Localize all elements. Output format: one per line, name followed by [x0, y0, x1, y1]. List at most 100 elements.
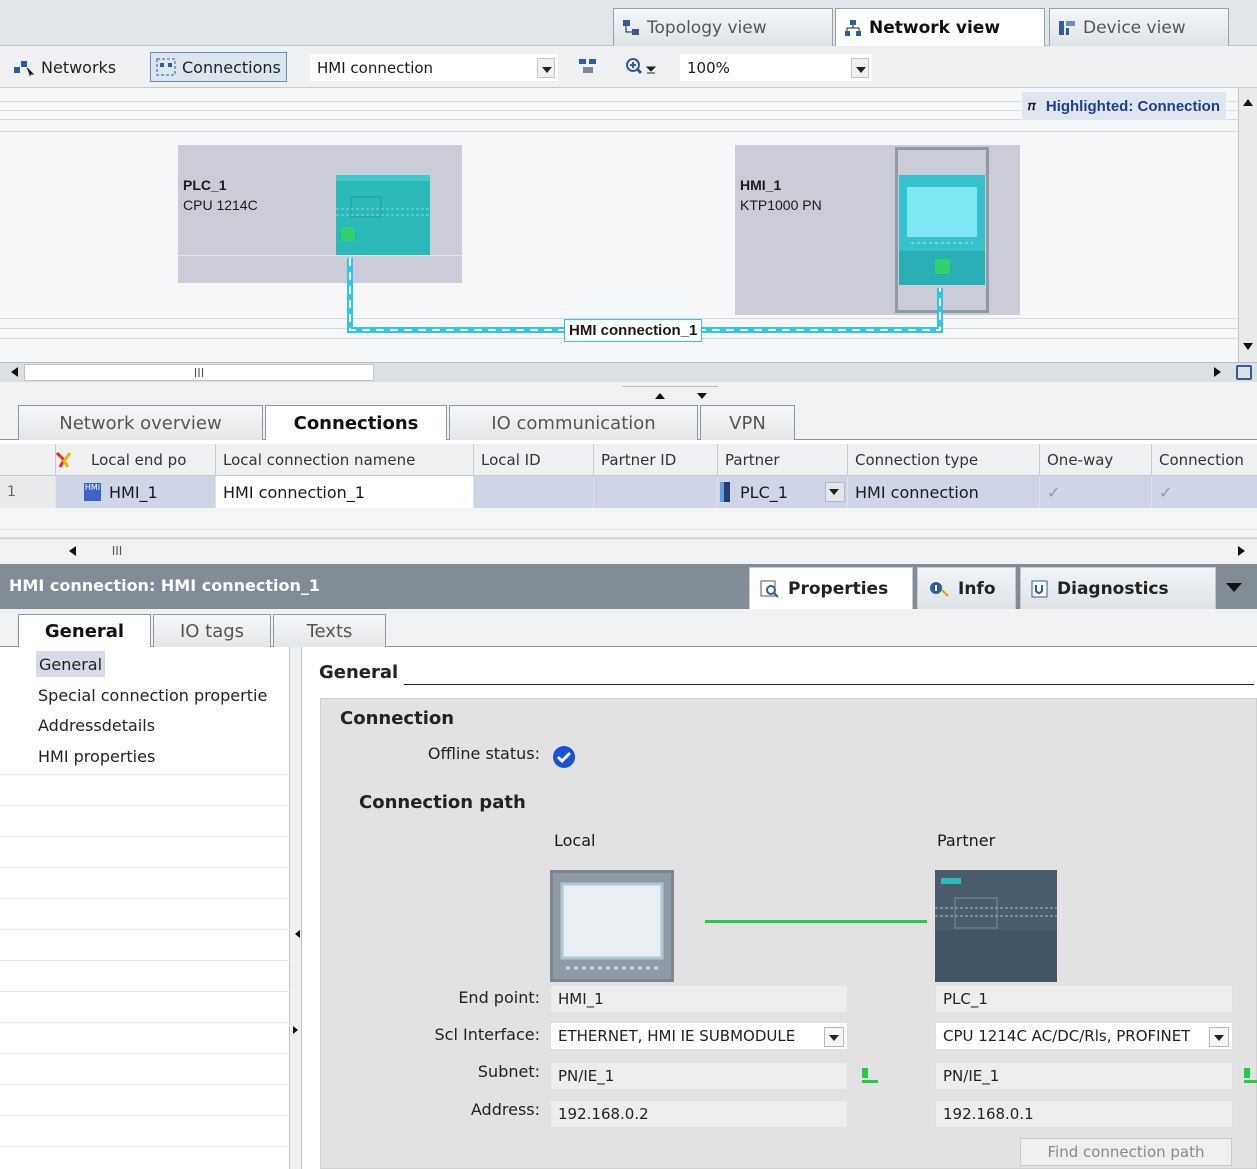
one-way-checkbox[interactable]: ✓ — [1040, 476, 1152, 508]
networks-button[interactable]: Networks — [8, 52, 121, 82]
canvas-vertical-scrollbar[interactable] — [1238, 88, 1257, 362]
partner-cell[interactable]: PLC_1 — [718, 476, 848, 508]
canvas-horizontal-scrollbar[interactable]: III — [0, 362, 1257, 382]
partner-heading: Partner — [937, 831, 996, 850]
tab-network-view[interactable]: Network view — [835, 8, 1045, 47]
connection-path-heading: Connection path — [359, 792, 526, 813]
column-header[interactable]: Local end po — [84, 444, 216, 476]
tab-label: Topology view — [647, 17, 767, 38]
endpoint-label: End point: — [458, 988, 540, 1007]
nav-item-special-connection-properties[interactable]: Special connection propertie — [38, 682, 267, 708]
connection-type-value: HMI connection — [317, 58, 434, 77]
connection-checkbox[interactable]: ✓ — [1152, 476, 1257, 508]
plc-icon — [720, 482, 730, 502]
tab-vpn[interactable]: VPN — [700, 405, 795, 440]
tab-device-view[interactable]: Device view — [1049, 8, 1229, 46]
partner-id-cell[interactable] — [594, 476, 718, 508]
hmi-icon: HMI — [84, 483, 101, 501]
partner-value: PLC_1 — [740, 482, 788, 502]
local-interface-value: ETHERNET, HMI IE SUBMODULE — [558, 1027, 796, 1045]
tab-topology-view[interactable]: Topology view — [613, 8, 833, 46]
tab-label: Device view — [1083, 17, 1186, 38]
connection-type-select[interactable]: HMI connection — [310, 54, 558, 81]
column-header[interactable]: Partner ID — [594, 444, 718, 476]
chevron-down-icon[interactable] — [851, 58, 869, 78]
column-header[interactable]: Connection type — [848, 444, 1040, 476]
info-icon — [930, 581, 949, 597]
partner-subnet-field: PN/IE_1 — [935, 1062, 1233, 1090]
find-connection-path-button[interactable]: Find connection path — [1020, 1138, 1232, 1166]
tab-info[interactable]: Info — [917, 567, 1016, 609]
scroll-thumb[interactable]: III — [82, 542, 152, 560]
network-icon — [845, 20, 861, 36]
scroll-right-icon[interactable] — [1238, 546, 1250, 556]
nav-item-general[interactable]: General — [36, 651, 106, 677]
connection-type-cell[interactable]: HMI connection — [848, 476, 1040, 508]
chevron-down-icon[interactable] — [1226, 583, 1242, 600]
local-id-cell[interactable] — [474, 476, 594, 508]
network-canvas[interactable]: 𝜋 Highlighted: Connection PLC_1 CPU 1214… — [0, 88, 1238, 362]
chevron-down-icon[interactable] — [824, 1027, 844, 1047]
local-endpoint-cell[interactable]: HMI HMI_1 — [56, 476, 216, 508]
interface-label: Scl Interface: — [434, 1025, 540, 1044]
partner-interface-select[interactable]: CPU 1214C AC/DC/Rls, PROFINET — [935, 1022, 1233, 1050]
collapse-left-icon[interactable] — [291, 930, 300, 938]
collapse-up-icon[interactable] — [655, 388, 665, 399]
pane-splitter[interactable] — [0, 382, 1257, 402]
column-header[interactable]: One-way — [1040, 444, 1152, 476]
zoom-button[interactable] — [620, 52, 664, 82]
tab-network-overview[interactable]: Network overview — [18, 405, 263, 440]
tab-io-communication[interactable]: IO communication — [449, 405, 698, 440]
network-toolbar: Networks Connections HMI connection 100% — [0, 46, 1257, 88]
overview-navigation-icon[interactable] — [1236, 365, 1252, 380]
local-address-field: 192.168.0.2 — [550, 1100, 848, 1128]
partner-interface-value: CPU 1214C AC/DC/Rls, PROFINET — [943, 1027, 1191, 1045]
topology-icon — [623, 19, 639, 35]
offline-status-label: Offline status: — [427, 744, 540, 763]
view-tab-bar: Topology view Network view Device view — [0, 0, 1257, 47]
network-highlight-icon — [579, 59, 596, 73]
scroll-up-icon[interactable] — [1243, 94, 1253, 106]
scroll-left-icon[interactable] — [64, 546, 76, 556]
tab-diagnostics[interactable]: Diagnostics — [1020, 567, 1216, 609]
expand-right-icon[interactable] — [293, 1026, 302, 1034]
inspector-subtab-bar: General IO tags Texts — [0, 609, 1257, 648]
local-endpoint-value: HMI_1 — [109, 482, 158, 502]
zoom-select[interactable]: 100% — [680, 54, 872, 81]
scroll-right-icon[interactable] — [1214, 367, 1226, 377]
connection-label[interactable]: HMI connection_1 — [564, 319, 703, 342]
local-heading: Local — [554, 831, 596, 850]
scroll-down-icon[interactable] — [1243, 343, 1253, 355]
connections-icon — [156, 58, 176, 76]
nav-item-hmi-properties[interactable]: HMI properties — [38, 743, 155, 769]
connections-label: Connections — [182, 57, 281, 77]
local-subnet-field: PN/IE_1 — [550, 1062, 848, 1090]
column-header[interactable]: Local connection namene — [216, 444, 474, 476]
scroll-left-icon[interactable] — [6, 367, 18, 377]
tab-connections[interactable]: Connections — [265, 405, 447, 441]
tab-label: Network view — [869, 18, 1001, 38]
zoom-value: 100% — [687, 58, 730, 77]
highlight-toggle-button[interactable] — [572, 52, 604, 82]
table-horizontal-scrollbar[interactable]: III — [0, 538, 1257, 564]
scroll-thumb[interactable]: III — [24, 364, 374, 381]
column-header[interactable]: Local ID — [474, 444, 594, 476]
tab-general[interactable]: General — [18, 614, 151, 648]
table-row[interactable]: 1 HMI HMI_1 HMI connection_1 PLC_1 HMI c… — [0, 476, 1257, 508]
column-header[interactable]: Partner — [718, 444, 848, 476]
tab-properties[interactable]: Properties — [749, 567, 913, 609]
connections-button[interactable]: Connections — [150, 52, 287, 82]
chevron-down-icon[interactable] — [537, 58, 555, 78]
nav-item-address-details[interactable]: Addressdetails — [38, 712, 155, 738]
nav-splitter[interactable] — [290, 647, 302, 1169]
tab-texts[interactable]: Texts — [273, 614, 386, 647]
local-connection-name-cell[interactable]: HMI connection_1 — [216, 476, 474, 508]
tab-io-tags[interactable]: IO tags — [153, 614, 271, 647]
properties-icon — [760, 580, 779, 598]
tab-label: Properties — [788, 578, 889, 599]
chevron-down-icon[interactable] — [1209, 1027, 1229, 1047]
tools-icon[interactable] — [54, 451, 74, 473]
column-header[interactable]: Connection — [1152, 444, 1257, 476]
partner-address-field: 192.168.0.1 — [935, 1100, 1233, 1128]
local-interface-select[interactable]: ETHERNET, HMI IE SUBMODULE — [550, 1022, 848, 1050]
